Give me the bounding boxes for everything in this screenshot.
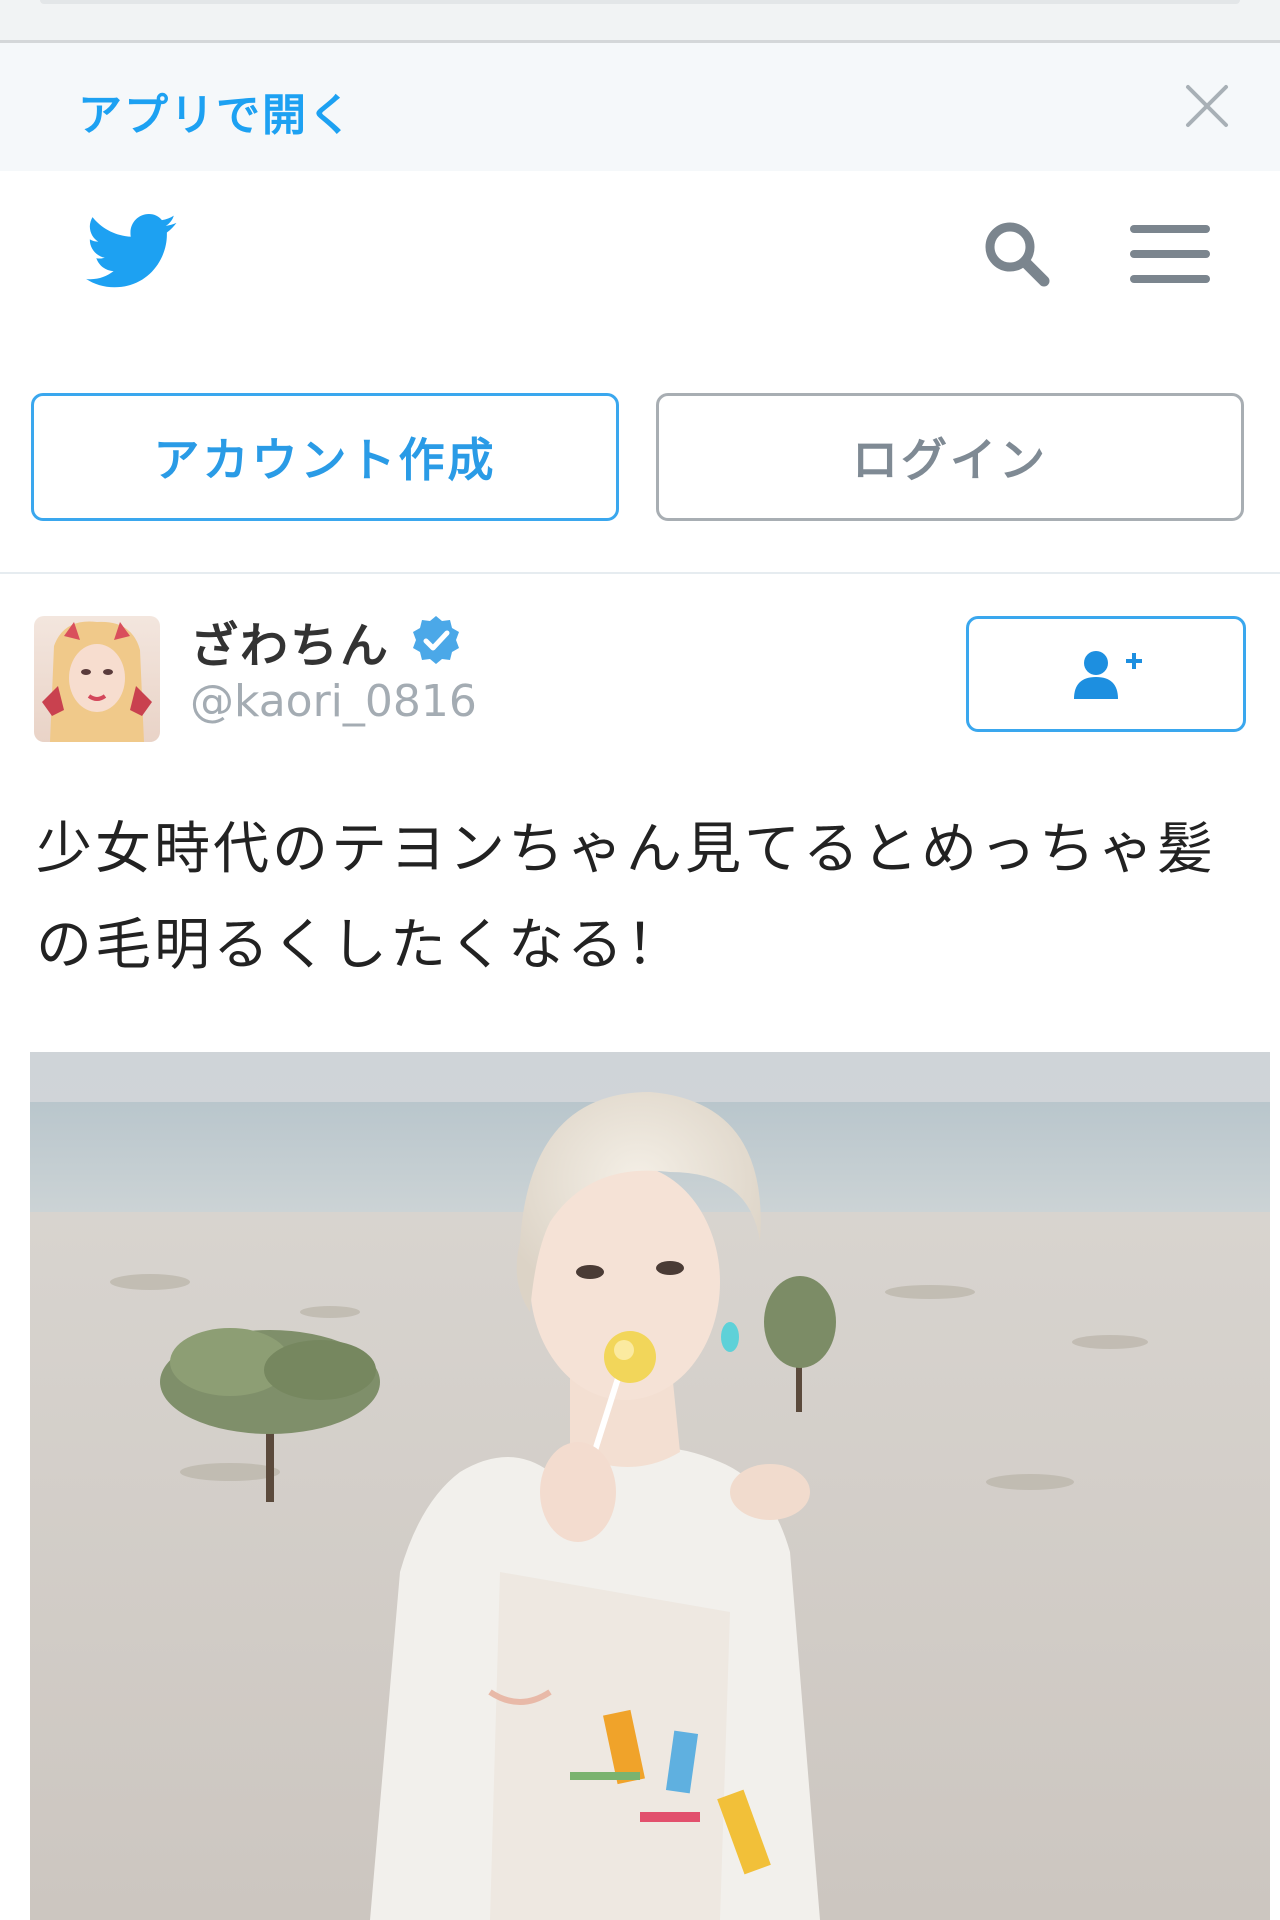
display-name[interactable]: ざわちん [190, 606, 390, 676]
tweet-card: ざわちん @kaori_0816 少女時代のテヨンちゃん見てるとめっちゃ髪の毛明… [0, 576, 1280, 1920]
verified-badge-icon [410, 614, 462, 666]
open-in-app-banner: アプリで開く [0, 43, 1280, 171]
follow-user-plus-icon [1074, 651, 1142, 699]
section-divider [0, 572, 1280, 574]
avatar[interactable] [34, 616, 160, 742]
navigation-bar: アカウント作成 ログイン [0, 171, 1280, 586]
create-account-button[interactable]: アカウント作成 [31, 393, 619, 521]
tweet-text: 少女時代のテヨンちゃん見てるとめっちゃ髪の毛明るくしたくなる！ [36, 817, 1216, 978]
page: アプリで開く アカウント作成 ログイン ざわちん @kaori_0816 少女時… [0, 0, 1280, 1920]
login-button[interactable]: ログイン [656, 393, 1244, 521]
tweet-photo[interactable] [30, 1052, 1270, 1920]
close-icon[interactable] [1178, 77, 1236, 135]
open-in-app-link[interactable]: アプリで開く [78, 79, 354, 143]
follow-button[interactable] [966, 616, 1246, 732]
user-handle[interactable]: @kaori_0816 [190, 676, 477, 727]
twitter-bird-icon[interactable] [86, 213, 178, 291]
search-icon[interactable] [978, 215, 1058, 295]
top-browser-strip [0, 0, 1280, 43]
hamburger-menu-icon[interactable] [1128, 217, 1212, 291]
top-strip-edge [40, 0, 1240, 4]
